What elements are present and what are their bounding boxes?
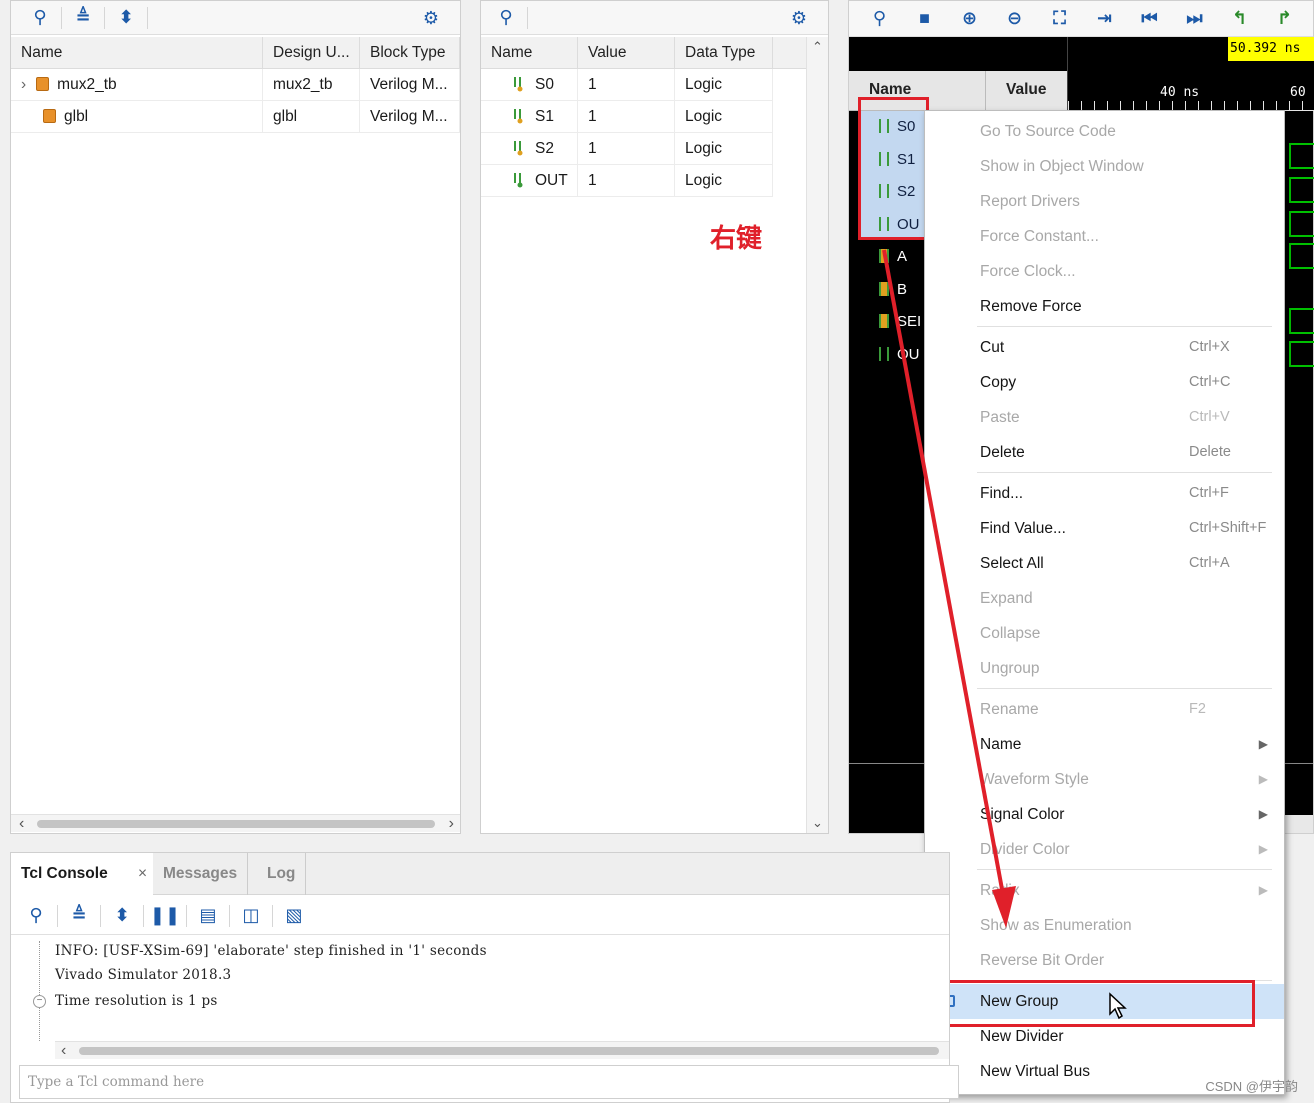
objects-table-header: Name Value Data Type <box>481 37 806 69</box>
pause-icon[interactable]: ❚❚ <box>148 902 182 930</box>
console-tabs: Tcl Console × Messages Log <box>11 853 949 896</box>
tab-log[interactable]: Log <box>257 853 307 895</box>
console-line: INFO: [USF-XSim-69] 'elaborate' step fin… <box>55 943 487 959</box>
menu-item-report-drivers[interactable]: Report Drivers <box>925 184 1284 219</box>
watermark: CSDN @伊宇韵 <box>1205 1079 1298 1094</box>
scroll-left-icon[interactable]: ‹ <box>61 1042 66 1060</box>
scope-table-header: Name Design U... Block Type <box>11 37 460 69</box>
save-icon[interactable]: ■ <box>902 5 947 33</box>
objects-panel: ⚲ ⚙ Name Value Data Type S0 1 Logic S1 1… <box>480 0 829 834</box>
menu-item-reverse-bit-order[interactable]: Reverse Bit Order <box>925 943 1284 978</box>
collapse-all-icon[interactable]: ≜ <box>62 902 96 930</box>
table-row[interactable]: S0 1 Logic <box>481 69 773 101</box>
menu-item-show-in-object-window[interactable]: Show in Object Window <box>925 149 1284 184</box>
close-icon[interactable]: × <box>138 853 147 895</box>
scroll-left-icon[interactable]: ‹ <box>19 815 24 833</box>
zoom-out-icon[interactable]: ⊖ <box>992 5 1037 33</box>
module-icon <box>36 77 50 91</box>
horizontal-scrollbar[interactable]: ‹ › <box>11 814 460 832</box>
scroll-right-icon[interactable]: › <box>449 815 454 833</box>
search-icon[interactable]: ⚲ <box>857 5 902 33</box>
zoom-in-icon[interactable]: ⊕ <box>947 5 992 33</box>
search-icon[interactable]: ⚲ <box>19 902 53 930</box>
table-row[interactable]: S2 1 Logic <box>481 133 773 165</box>
scroll-up-icon[interactable]: ⌃ <box>812 39 823 55</box>
col-data-type[interactable]: Data Type <box>675 37 773 68</box>
menu-item-go-to-source-code[interactable]: Go To Source Code <box>925 114 1284 149</box>
tab-tcl-console[interactable]: Tcl Console × <box>11 853 153 896</box>
tcl-console-panel: Tcl Console × Messages Log ⚲ ≜ ⬍ ❚❚ ▤ ◫ … <box>10 852 959 1103</box>
scope-toolbar: ⚲ ≜ ⬍ ⚙ <box>11 1 460 35</box>
console-hscrollbar[interactable]: ‹ <box>55 1041 949 1059</box>
console-toolbar: ⚲ ≜ ⬍ ❚❚ ▤ ◫ ▧ <box>11 897 949 935</box>
zoom-fit-icon[interactable]: ⛶ <box>1037 5 1082 33</box>
search-icon[interactable]: ⚲ <box>489 4 523 32</box>
console-line: Vivado Simulator 2018.3 <box>55 967 232 983</box>
expand-all-icon[interactable]: ⬍ <box>109 4 143 32</box>
console-line: Time resolution is 1 ps <box>55 993 218 1009</box>
submenu-arrow-icon: ▶ <box>1258 772 1268 786</box>
mouse-cursor-icon <box>1109 992 1127 1020</box>
highlight-box-new-group <box>925 980 1255 1027</box>
expand-all-icon[interactable]: ⬍ <box>105 902 139 930</box>
collapse-node-icon[interactable]: − <box>33 995 46 1008</box>
signal-icon <box>514 173 523 188</box>
scope-panel: ⚲ ≜ ⬍ ⚙ Name Design U... Block Type › mux… <box>10 0 461 834</box>
go-end-icon[interactable]: ⏭ <box>1172 5 1217 33</box>
tab-messages[interactable]: Messages <box>153 853 249 895</box>
table-row[interactable]: glbl glbl Verilog M... <box>11 101 460 133</box>
waveform-traces <box>1289 113 1314 373</box>
gear-icon[interactable]: ⚙ <box>782 4 816 32</box>
cursor-icon[interactable]: ⇥ <box>1082 5 1127 33</box>
scroll-down-icon[interactable]: ⌄ <box>812 815 823 831</box>
time-ruler[interactable]: 50.392 ns 40 ns 60 <box>1067 37 1314 111</box>
collapse-all-icon[interactable]: ≜ <box>66 4 100 32</box>
expand-arrow-icon[interactable]: › <box>21 76 26 93</box>
columns-icon[interactable]: ◫ <box>234 902 268 930</box>
cursor-time-label: 50.392 ns <box>1228 37 1314 61</box>
table-row[interactable]: OUT 1 Logic <box>481 165 773 197</box>
search-icon[interactable]: ⚲ <box>23 4 57 32</box>
col-design-unit[interactable]: Design U... <box>263 37 360 68</box>
module-icon <box>43 109 56 123</box>
tcl-command-input[interactable]: Type a Tcl command here <box>19 1065 959 1099</box>
col-block-type[interactable]: Block Type <box>360 37 460 68</box>
annotation-right-click: 右键 <box>710 224 763 254</box>
copy-icon[interactable]: ▤ <box>191 902 225 930</box>
signal-icon <box>514 109 523 124</box>
signal-icon <box>514 141 523 156</box>
submenu-arrow-icon: ▶ <box>1258 807 1268 821</box>
vertical-scrollbar[interactable]: ⌃ ⌄ <box>806 37 828 833</box>
prev-transition-icon[interactable]: ↰ <box>1217 5 1262 33</box>
submenu-arrow-icon: ▶ <box>1258 737 1268 751</box>
table-row[interactable]: S1 1 Logic <box>481 101 773 133</box>
annotation-arrow <box>882 249 1016 928</box>
gear-icon[interactable]: ⚙ <box>414 4 448 32</box>
submenu-arrow-icon: ▶ <box>1258 842 1268 856</box>
go-start-icon[interactable]: ⏮ <box>1127 5 1172 33</box>
objects-toolbar: ⚲ ⚙ <box>481 1 828 35</box>
submenu-arrow-icon: ▶ <box>1258 883 1268 897</box>
table-row[interactable]: › mux2_tb mux2_tb Verilog M... <box>11 69 460 101</box>
waveform-toolbar: ⚲ ■ ⊕ ⊖ ⛶ ⇥ ⏮ ⏭ ↰ ↱ <box>849 1 1313 37</box>
wave-scrollbar[interactable] <box>1285 815 1313 833</box>
highlight-box-signals <box>858 97 929 240</box>
next-transition-icon[interactable]: ↱ <box>1262 5 1307 33</box>
signal-icon <box>514 77 523 92</box>
col-name[interactable]: Name <box>11 37 263 68</box>
col-name[interactable]: Name <box>481 37 578 68</box>
trash-icon[interactable]: ▧ <box>277 902 311 930</box>
col-value[interactable]: Value <box>578 37 675 68</box>
